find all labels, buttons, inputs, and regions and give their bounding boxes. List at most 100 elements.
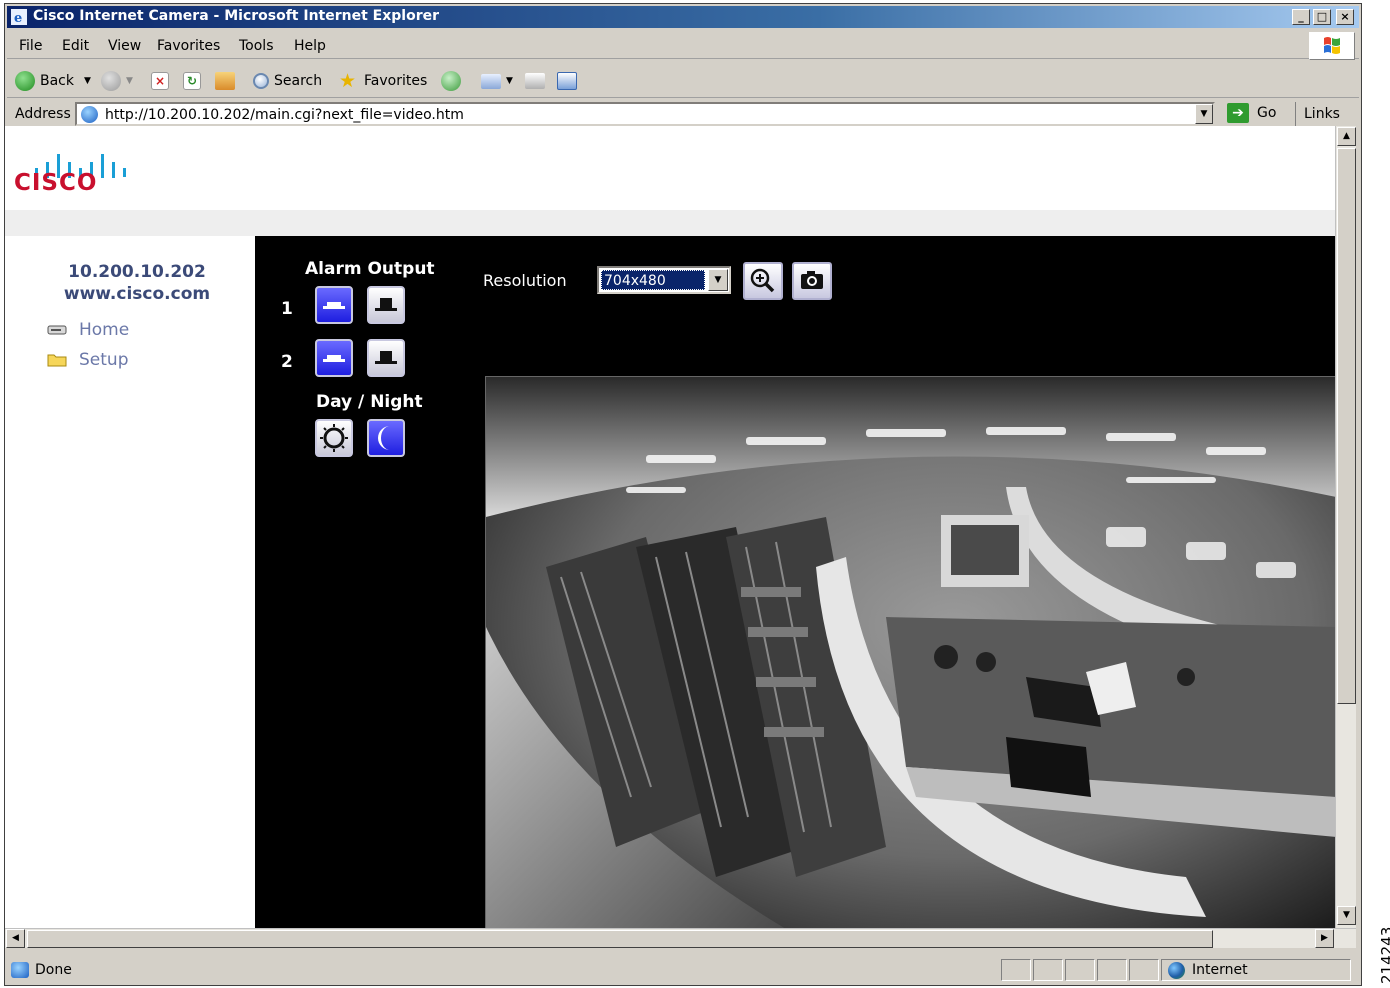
- print-icon: [525, 73, 545, 89]
- status-pane: [1097, 959, 1127, 981]
- site-link[interactable]: www.cisco.com: [19, 284, 255, 304]
- nav-setup[interactable]: Setup: [47, 350, 128, 370]
- print-button[interactable]: [525, 70, 550, 92]
- search-icon: [253, 73, 269, 89]
- search-button[interactable]: Search: [253, 70, 322, 92]
- svg-text:e: e: [14, 11, 22, 25]
- page-done-icon: [11, 962, 29, 978]
- status-pane: [1065, 959, 1095, 981]
- back-label: Back: [40, 73, 74, 89]
- folder-icon: [47, 354, 67, 367]
- mail-icon: [481, 73, 501, 89]
- go-label: Go: [1257, 105, 1277, 121]
- horizontal-scrollbar[interactable]: ◀ ▶: [5, 928, 1356, 948]
- zoom-icon: [750, 268, 775, 293]
- address-bar: Address http://10.200.10.202/main.cgi?ne…: [7, 99, 1359, 145]
- moon-icon: [378, 426, 390, 450]
- vertical-scrollbar[interactable]: ▲ ▼: [1335, 126, 1356, 928]
- drive-icon: [47, 325, 67, 335]
- refresh-button[interactable]: ↻: [183, 70, 206, 92]
- alarm-row-2-label: 2: [281, 352, 293, 372]
- camera-icon: [801, 271, 823, 289]
- nav-home-label: Home: [79, 320, 130, 340]
- scroll-down-icon[interactable]: ▼: [1337, 906, 1356, 925]
- menu-edit[interactable]: Edit: [62, 38, 89, 54]
- mail-button[interactable]: ▼: [481, 70, 513, 92]
- address-label: Address: [15, 106, 71, 122]
- maximize-button[interactable]: □: [1313, 9, 1331, 25]
- forward-button[interactable]: ▼: [101, 70, 133, 92]
- menu-file[interactable]: File: [19, 38, 42, 54]
- day-mode-button[interactable]: [315, 419, 353, 457]
- day-night-label: Day / Night: [316, 392, 423, 412]
- menu-tools[interactable]: Tools: [239, 38, 274, 54]
- links-button[interactable]: Links »: [1295, 102, 1359, 145]
- edit-page-icon: [557, 72, 577, 90]
- alarm-on-icon: [375, 351, 397, 364]
- vertical-scroll-thumb[interactable]: [1337, 148, 1356, 704]
- forward-arrow-icon: [101, 71, 121, 91]
- nav-setup-label: Setup: [79, 350, 129, 370]
- alarm-2-off-button[interactable]: [315, 339, 353, 377]
- close-button[interactable]: ×: [1336, 9, 1354, 25]
- mail-dropdown-icon[interactable]: ▼: [506, 76, 513, 86]
- figure-id: 214243: [1378, 926, 1390, 984]
- video-feed: [485, 376, 1335, 928]
- title-bar[interactable]: e Cisco Internet Camera - Microsoft Inte…: [7, 6, 1359, 28]
- forward-dropdown-icon[interactable]: ▼: [126, 76, 133, 86]
- night-mode-button[interactable]: [367, 419, 405, 457]
- stop-icon: ×: [151, 72, 169, 90]
- resolution-select[interactable]: 704x480 ▼: [597, 266, 731, 294]
- minimize-button[interactable]: _: [1292, 9, 1310, 25]
- zoom-button[interactable]: [743, 262, 783, 300]
- alarm-output-label: Alarm Output: [305, 259, 435, 279]
- snapshot-button[interactable]: [792, 262, 832, 300]
- status-pane: [1129, 959, 1159, 981]
- address-dropdown-icon[interactable]: ▼: [1195, 104, 1213, 124]
- favorites-button[interactable]: ★ Favorites: [339, 70, 427, 92]
- nav-home[interactable]: Home: [47, 320, 129, 340]
- toolbar: Back ▼ ▼ × ↻ Search ★ Favorites ▼: [7, 62, 1359, 98]
- scroll-up-icon[interactable]: ▲: [1337, 127, 1356, 146]
- alarm-off-icon: [323, 355, 345, 362]
- links-label: Links: [1304, 106, 1340, 122]
- back-dropdown-icon[interactable]: ▼: [84, 76, 91, 86]
- resolution-label: Resolution: [483, 271, 567, 290]
- windows-logo-icon: [1309, 32, 1355, 60]
- address-url[interactable]: http://10.200.10.202/main.cgi?next_file=…: [105, 107, 464, 123]
- alarm-1-off-button[interactable]: [315, 286, 353, 324]
- refresh-icon: ↻: [183, 72, 201, 90]
- alarm-on-icon: [375, 298, 397, 311]
- chevron-down-icon[interactable]: ▼: [708, 269, 728, 291]
- page-icon: [81, 106, 98, 123]
- security-zone: Internet: [1161, 959, 1351, 981]
- alarm-off-icon: [323, 302, 345, 309]
- sidebar: 10.200.10.202 www.cisco.com Home Setup: [19, 236, 255, 928]
- address-input[interactable]: http://10.200.10.202/main.cgi?next_file=…: [75, 102, 1215, 126]
- menu-help[interactable]: Help: [294, 38, 326, 54]
- alarm-row-1-label: 1: [281, 299, 293, 319]
- resolution-value: 704x480: [601, 270, 705, 290]
- history-button[interactable]: [441, 70, 466, 92]
- status-pane: [1033, 959, 1063, 981]
- home-button[interactable]: [215, 70, 240, 92]
- cisco-wordmark: CISCO: [14, 170, 98, 196]
- menu-favorites[interactable]: Favorites: [157, 38, 220, 54]
- alarm-1-on-button[interactable]: [367, 286, 405, 324]
- go-button[interactable]: ➔ Go: [1227, 103, 1276, 123]
- sun-icon: [320, 424, 348, 452]
- globe-icon: [1168, 962, 1185, 979]
- stop-button[interactable]: ×: [151, 70, 174, 92]
- edit-page-button[interactable]: [557, 70, 582, 92]
- status-pane: [1001, 959, 1031, 981]
- scroll-right-icon[interactable]: ▶: [1315, 929, 1334, 948]
- zone-label: Internet: [1192, 962, 1248, 978]
- alarm-2-on-button[interactable]: [367, 339, 405, 377]
- history-icon: [441, 71, 461, 91]
- status-text: Done: [35, 962, 72, 978]
- scroll-left-icon[interactable]: ◀: [6, 929, 25, 948]
- back-button[interactable]: Back ▼: [15, 70, 91, 92]
- go-arrow-icon: ➔: [1227, 103, 1249, 123]
- horizontal-scroll-thumb[interactable]: [27, 930, 1213, 948]
- menu-view[interactable]: View: [108, 38, 141, 54]
